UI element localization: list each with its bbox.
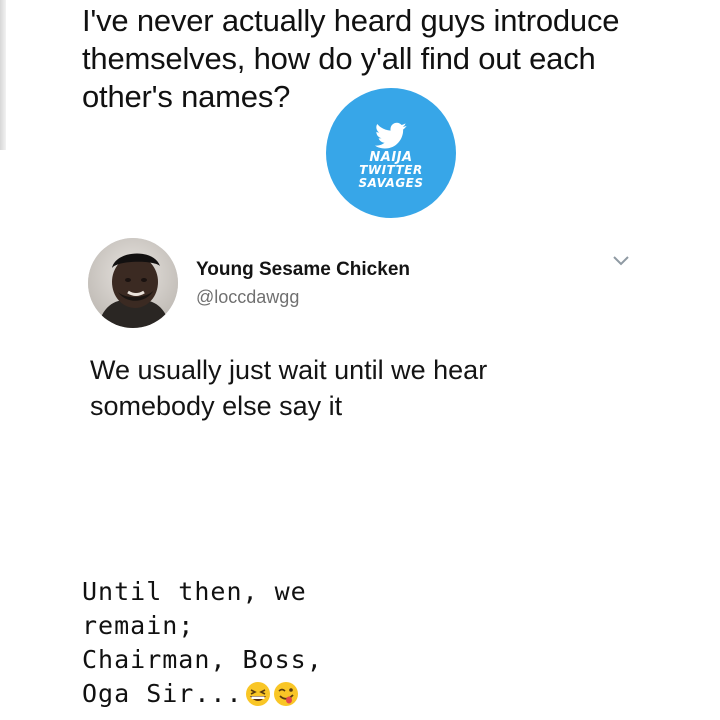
winking-tongue-face-icon xyxy=(273,682,298,706)
tweet-body: We usually just wait until we hear someb… xyxy=(90,352,650,424)
question-line: themselves, how do y'all find out each xyxy=(82,41,596,76)
tweet-line: We usually just wait until we hear xyxy=(90,355,488,385)
avatar-photo xyxy=(88,238,178,328)
caption-line: Oga Sir... xyxy=(82,679,243,708)
logo-text-savages: SAVAGES xyxy=(358,176,424,190)
caption-line: Chairman, Boss, xyxy=(82,645,323,674)
avatar[interactable] xyxy=(88,238,178,328)
question-line: I've never actually heard guys introduce xyxy=(82,3,620,38)
user-display-name[interactable]: Young Sesame Chicken xyxy=(196,259,410,281)
tweet-line: somebody else say it xyxy=(90,391,343,421)
caption-last-line: Oga Sir... xyxy=(82,677,682,711)
caption-text: Until then, we remain; Chairman, Boss, O… xyxy=(82,575,682,711)
naija-twitter-savages-logo: NAIJA TWITTER SAVAGES xyxy=(326,88,456,218)
left-edge-bar xyxy=(0,0,6,150)
bird-icon xyxy=(375,122,407,149)
chevron-down-icon[interactable] xyxy=(612,254,630,268)
user-handle[interactable]: @loccdawgg xyxy=(196,287,299,308)
caption-line: remain; xyxy=(82,611,195,640)
logo-text-twitter: TWITTER xyxy=(359,163,423,177)
grinning-squinting-face-icon xyxy=(245,682,270,706)
caption-line: Until then, we xyxy=(82,577,307,606)
